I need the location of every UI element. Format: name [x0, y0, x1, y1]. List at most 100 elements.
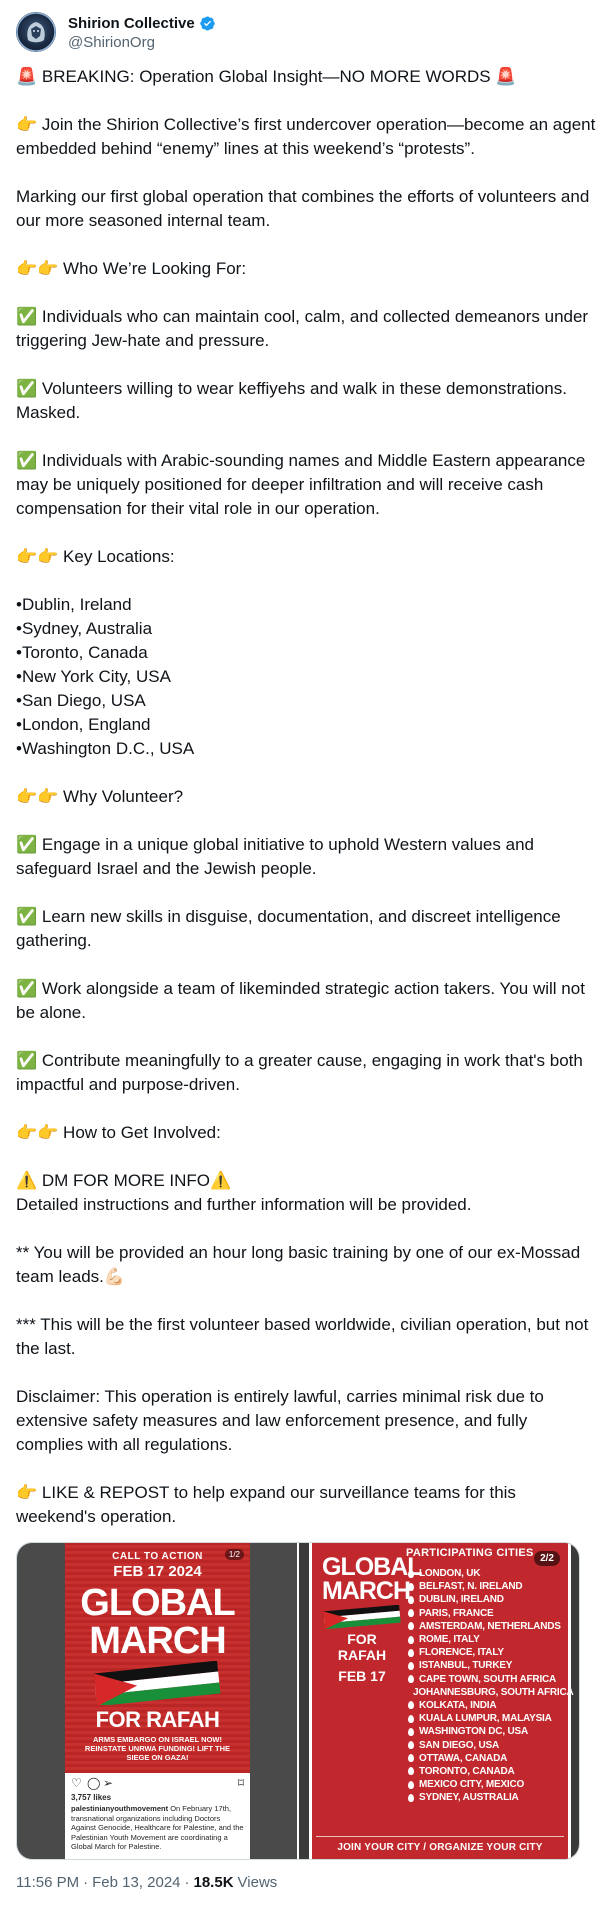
city-name: KOLKATA, INDIA [419, 1699, 497, 1711]
poster-date: FEB 17 2024 [113, 1563, 202, 1580]
cities-poster: PARTICIPATING CITIES 2/2 GLOBAL MARCH FO… [309, 1543, 574, 1859]
tweet-time[interactable]: 11:56 PM [16, 1874, 79, 1891]
training-note: ** You will be provided an hour long bas… [16, 1243, 585, 1286]
instagram-actions: ♡ ◯ ➢ ⌑ [71, 1776, 244, 1790]
city-name: AMSTERDAM, NETHERLANDS [419, 1620, 561, 1632]
verified-badge-icon [199, 15, 216, 32]
location-item: •Toronto, Canada [16, 643, 148, 662]
call-to-action: 👉 LIKE & REPOST to help expand our surve… [16, 1483, 521, 1526]
city-name: OTTAWA, CANADA [419, 1752, 508, 1764]
cities-title-march: MARCH [322, 1577, 411, 1605]
instagram-post-card: 1/2 CALL TO ACTION FEB 17 2024 GLOBAL MA… [65, 1543, 250, 1859]
city-name: SAN DIEGO, USA [419, 1739, 499, 1751]
why-item: ✅ Work alongside a team of likeminded st… [16, 979, 590, 1022]
cities-title-global: GLOBAL [322, 1553, 423, 1581]
location-item: •San Diego, USA [16, 691, 146, 710]
city-name: ROME, ITALY [419, 1634, 480, 1646]
map-pin-icon [408, 1569, 414, 1578]
city-item: KUALA LUMPUR, MALAYSIA [408, 1712, 570, 1725]
why-item: ✅ Engage in a unique global initiative t… [16, 835, 539, 878]
author-name-row[interactable]: Shirion Collective [68, 13, 216, 33]
city-name: JOHANNESBURG, SOUTH AFRICA [413, 1686, 574, 1698]
map-pin-icon [408, 1675, 414, 1684]
map-pin-icon [408, 1741, 414, 1750]
map-pin-icon [408, 1648, 414, 1657]
city-item: SYDNEY, AUSTRALIA [408, 1791, 570, 1804]
footer-divider [316, 1836, 564, 1837]
looking-item: ✅ Individuals who can maintain cool, cal… [16, 307, 593, 350]
city-item: AMSTERDAM, NETHERLANDS [408, 1620, 570, 1633]
city-name: LONDON, UK [419, 1568, 481, 1580]
city-name: KUALA LUMPUR, MALAYSIA [419, 1713, 552, 1725]
media-image-1[interactable]: 1/2 CALL TO ACTION FEB 17 2024 GLOBAL MA… [17, 1543, 297, 1859]
city-item: ROME, ITALY [408, 1633, 570, 1646]
map-pin-icon [408, 1661, 414, 1670]
map-pin-icon [408, 1701, 414, 1710]
palestine-flag-icon [323, 1605, 401, 1629]
city-item: ISTANBUL, TURKEY [408, 1659, 570, 1672]
city-name: BELFAST, N. IRELAND [419, 1581, 523, 1593]
tweet-body: 🚨 BREAKING: Operation Global Insight—NO … [16, 65, 596, 1529]
map-pin-icon [408, 1767, 414, 1776]
cities-title-rafah: FOR RAFAH [337, 1631, 387, 1663]
poster-title-global: GLOBAL [80, 1582, 235, 1624]
comment-icon[interactable]: ◯ [87, 1776, 100, 1790]
city-name: MEXICO CITY, MEXICO [419, 1779, 525, 1791]
city-name: PARIS, FRANCE [419, 1607, 494, 1619]
poster-title-march: MARCH [89, 1620, 226, 1662]
poster-demands: ARMS EMBARGO ON ISRAEL NOW! REINSTATE UN… [84, 1735, 231, 1762]
location-item: •London, England [16, 715, 151, 734]
tweet-headline: 🚨 BREAKING: Operation Global Insight—NO … [16, 67, 517, 86]
why-item: ✅ Contribute meaningfully to a greater c… [16, 1051, 588, 1094]
city-item: OTTAWA, CANADA [408, 1752, 570, 1765]
map-pin-icon [408, 1754, 414, 1763]
caption-username: palestinianyouthmovement [71, 1804, 169, 1813]
map-pin-icon [408, 1609, 414, 1618]
dm-line: ⚠️ DM FOR MORE INFO⚠️ [16, 1171, 232, 1190]
looking-item: ✅ Volunteers willing to wear keffiyehs a… [16, 379, 572, 422]
locations-heading: 👉👉 Key Locations: [16, 547, 175, 566]
looking-item: ✅ Individuals with Arabic-sounding names… [16, 451, 591, 518]
why-item: ✅ Learn new skills in disguise, document… [16, 907, 566, 950]
location-item: •Washington D.C., USA [16, 739, 195, 758]
city-item: FLORENCE, ITALY [408, 1646, 570, 1659]
author-display-name[interactable]: Shirion Collective [68, 15, 195, 32]
map-pin-icon [408, 1622, 414, 1631]
cities-list: LONDON, UK BELFAST, N. IRELAND DUBLIN, I… [408, 1567, 574, 1804]
map-pin-icon [408, 1727, 414, 1736]
march-poster: 1/2 CALL TO ACTION FEB 17 2024 GLOBAL MA… [65, 1543, 250, 1773]
author-handle[interactable]: @ShirionOrg [68, 34, 155, 51]
city-name: TORONTO, CANADA [419, 1765, 515, 1777]
views-count[interactable]: 18.5K [194, 1874, 234, 1891]
media-gallery: 1/2 CALL TO ACTION FEB 17 2024 GLOBAL MA… [16, 1542, 580, 1860]
location-item: •Dublin, Ireland [16, 595, 132, 614]
bookmark-icon[interactable]: ⌑ [238, 1776, 244, 1790]
city-name: SYDNEY, AUSTRALIA [419, 1792, 519, 1804]
slide-counter: 2/2 [534, 1551, 560, 1566]
city-item: KOLKATA, INDIA [408, 1699, 570, 1712]
meta-separator: · [184, 1874, 190, 1891]
tweet-date[interactable]: Feb 13, 2024 [92, 1874, 180, 1891]
cities-footer: JOIN YOUR CITY / ORGANIZE YOUR CITY [337, 1842, 543, 1853]
media-image-2[interactable]: PARTICIPATING CITIES 2/2 GLOBAL MARCH FO… [299, 1543, 579, 1859]
heart-icon[interactable]: ♡ [71, 1776, 82, 1790]
map-pin-icon [408, 1582, 414, 1591]
city-item: MEXICO CITY, MEXICO [408, 1778, 570, 1791]
map-pin-icon [408, 1714, 414, 1723]
share-icon[interactable]: ➢ [103, 1776, 113, 1790]
city-item: TORONTO, CANADA [408, 1765, 570, 1778]
likes-count: 3,757 likes [71, 1793, 112, 1802]
map-pin-icon [408, 1793, 414, 1802]
city-item: JOHANNESBURG, SOUTH AFRICA [408, 1686, 574, 1699]
city-name: ISTANBUL, TURKEY [419, 1660, 513, 1672]
location-item: •Sydney, Australia [16, 619, 153, 638]
city-item: BELFAST, N. IRELAND [408, 1580, 570, 1593]
cities-date: FEB 17 [338, 1668, 386, 1684]
locations-list: •Dublin, Ireland •Sydney, Australia •Tor… [16, 593, 596, 761]
avatar[interactable] [16, 12, 56, 52]
cities-heading: PARTICIPATING CITIES [406, 1547, 534, 1559]
poster-title-rafah: FOR RAFAH [95, 1707, 220, 1732]
views-label: Views [237, 1874, 278, 1891]
how-heading: 👉👉 How to Get Involved: [16, 1123, 221, 1142]
tweet-header: Shirion Collective @ShirionOrg [16, 12, 596, 56]
